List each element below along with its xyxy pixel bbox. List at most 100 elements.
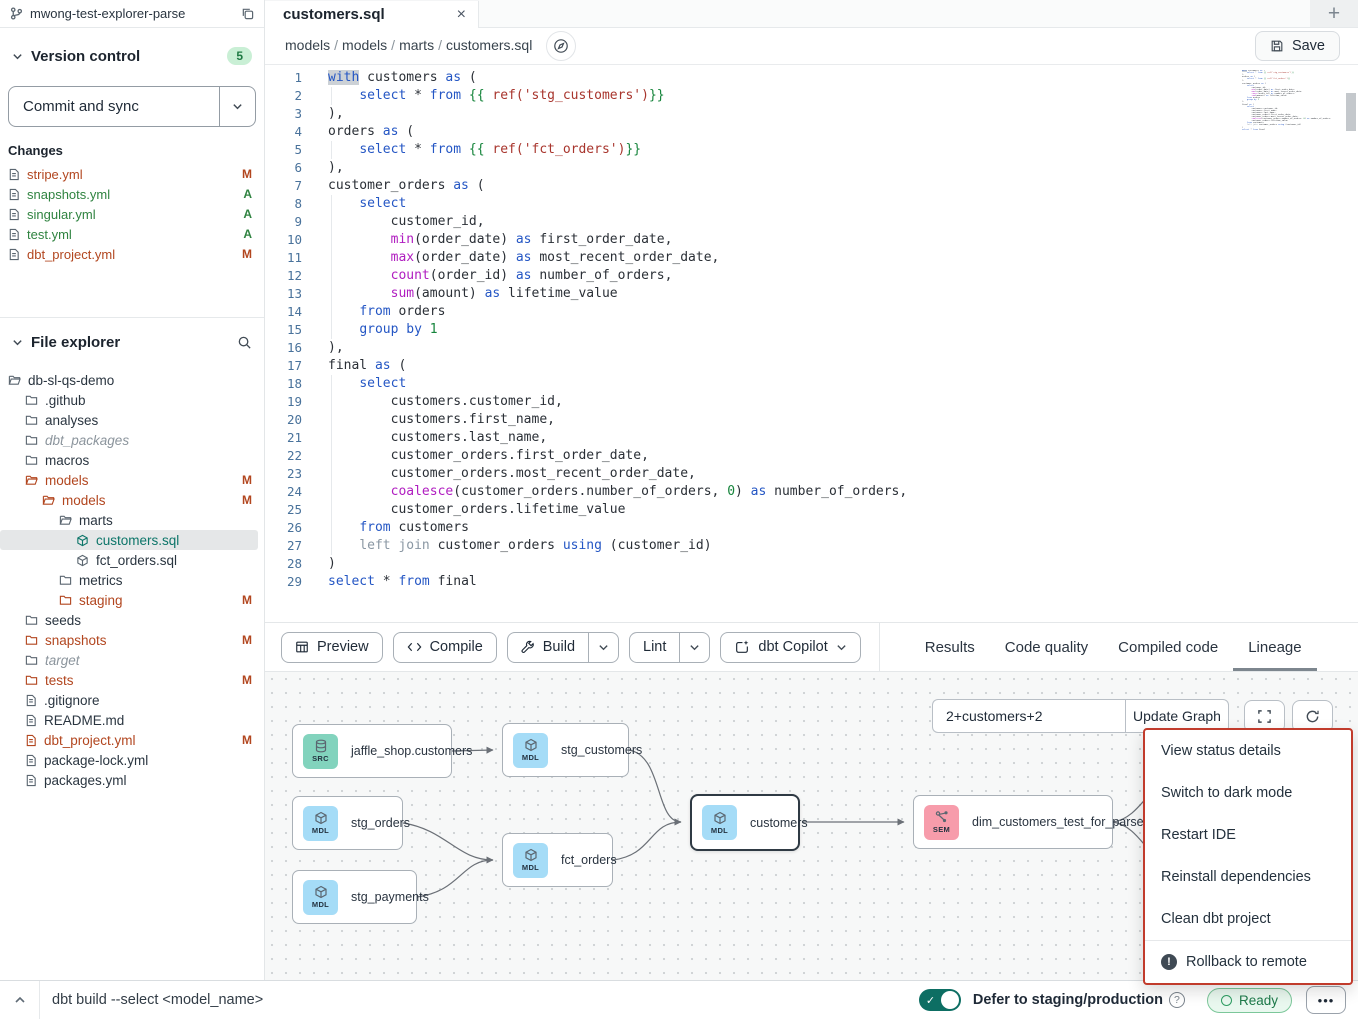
change-item[interactable]: stripe.ymlM <box>0 164 264 184</box>
menu-item-view-status-details[interactable]: View status details <box>1145 730 1351 772</box>
tree-item-dbt-packages[interactable]: dbt_packages <box>0 430 258 450</box>
breadcrumb-part[interactable]: models <box>285 37 330 53</box>
version-control-header[interactable]: Version control 5 <box>0 36 264 76</box>
code-line: 7customer_orders as ( <box>265 177 1358 195</box>
help-icon[interactable]: ? <box>1169 992 1185 1008</box>
overflow-menu-button[interactable]: ••• <box>1306 986 1346 1014</box>
tab-compiled-code[interactable]: Compiled code <box>1103 623 1233 671</box>
code-editor[interactable]: 1with customers as (2 select * from {{ r… <box>265 65 1358 622</box>
breadcrumb-part[interactable]: customers.sql <box>446 37 532 53</box>
search-icon[interactable] <box>237 335 252 350</box>
compile-button[interactable]: Compile <box>393 632 497 663</box>
tree-item-tests[interactable]: testsM <box>0 670 258 690</box>
code-line: 23 customer_orders.most_recent_order_dat… <box>265 465 1358 483</box>
lineage-node-customers[interactable]: MDLcustomers <box>690 794 800 851</box>
tree-item-models[interactable]: modelsM <box>0 470 258 490</box>
branch-name[interactable]: mwong-test-explorer-parse <box>30 6 234 21</box>
save-button[interactable]: Save <box>1255 31 1340 61</box>
menu-item-rollback-to-remote[interactable]: !Rollback to remote <box>1145 941 1351 983</box>
line-number: 13 <box>265 285 302 303</box>
tree-item-packages-yml[interactable]: packages.yml <box>0 770 258 790</box>
node-type-label: MDL <box>711 826 728 835</box>
line-number: 16 <box>265 339 302 357</box>
tree-item-seeds[interactable]: seeds <box>0 610 258 630</box>
lint-options-dropdown[interactable] <box>679 633 709 662</box>
tree-item-metrics[interactable]: metrics <box>0 570 258 590</box>
new-tab-button[interactable]: + <box>1310 0 1358 27</box>
menu-item-label: Clean dbt project <box>1161 911 1271 927</box>
close-icon[interactable]: × <box>457 7 466 23</box>
tree-item-models[interactable]: modelsM <box>0 490 258 510</box>
lineage-node-stg-payments[interactable]: MDLstg_payments <box>292 870 417 924</box>
commit-and-sync-button[interactable]: Commit and sync <box>9 87 219 126</box>
tree-item-fct-orders-sql[interactable]: fct_orders.sql <box>0 550 258 570</box>
line-number: 14 <box>265 303 302 321</box>
open-in-explorer-button[interactable] <box>546 31 576 61</box>
tree-item-dbt-project-yml[interactable]: dbt_project.ymlM <box>0 730 258 750</box>
tab-lineage[interactable]: Lineage <box>1233 623 1316 671</box>
chevron-up-icon[interactable] <box>0 981 40 1019</box>
change-item[interactable]: snapshots.ymlA <box>0 184 264 204</box>
tree-item-target[interactable]: target <box>0 650 258 670</box>
editor-scrollbar[interactable] <box>1346 93 1356 131</box>
defer-toggle[interactable]: ✓ <box>919 989 961 1011</box>
lineage-node-stg-customers[interactable]: MDLstg_customers <box>502 723 629 777</box>
tree-item-snapshots[interactable]: snapshotsM <box>0 630 258 650</box>
change-status: M <box>242 247 252 261</box>
lineage-node-dim-customers-test-for-parse[interactable]: SEMdim_customers_test_for_parse <box>913 795 1113 849</box>
fullscreen-icon <box>1257 709 1272 724</box>
lineage-node-jaffle-shop-customers[interactable]: SRCjaffle_shop.customers <box>292 724 452 778</box>
tree-item-label: staging <box>79 593 235 608</box>
breadcrumb-part[interactable]: marts <box>399 37 434 53</box>
line-number: 2 <box>265 87 302 105</box>
build-options-dropdown[interactable] <box>588 633 618 662</box>
change-file-name: dbt_project.yml <box>27 247 235 262</box>
copy-icon[interactable] <box>241 7 254 20</box>
commit-options-dropdown[interactable] <box>219 87 255 126</box>
tree-item-status: M <box>242 733 258 747</box>
minimap[interactable]: with customers as ( select * from {{ ref… <box>1240 70 1342 131</box>
tab-customers-sql[interactable]: customers.sql × <box>265 1 479 28</box>
change-item[interactable]: dbt_project.yml M <box>0 244 264 264</box>
lineage-node-stg-orders[interactable]: MDLstg_orders <box>292 796 403 850</box>
code-line: 22 customer_orders.first_order_date, <box>265 447 1358 465</box>
preview-button[interactable]: Preview <box>281 632 383 663</box>
line-number: 29 <box>265 573 302 591</box>
tree-item-marts[interactable]: marts <box>0 510 258 530</box>
sidebar: mwong-test-explorer-parse Version contro… <box>0 0 265 980</box>
tree-item-readme-md[interactable]: README.md <box>0 710 258 730</box>
dbt-copilot-button[interactable]: dbt Copilot <box>720 632 860 663</box>
menu-item-restart-ide[interactable]: Restart IDE <box>1145 814 1351 856</box>
change-item[interactable]: test.ymlA <box>0 224 264 244</box>
tab-results[interactable]: Results <box>910 623 990 671</box>
breadcrumb-part[interactable]: models <box>342 37 387 53</box>
line-number: 17 <box>265 357 302 375</box>
tree-item-db-sl-qs-demo[interactable]: db-sl-qs-demo <box>0 370 258 390</box>
tree-item-macros[interactable]: macros <box>0 450 258 470</box>
menu-item-switch-to-dark-mode[interactable]: Switch to dark mode <box>1145 772 1351 814</box>
menu-item-label: Switch to dark mode <box>1161 785 1292 801</box>
tree-item-customers-sql[interactable]: customers.sql <box>0 530 258 550</box>
cube-icon <box>524 848 538 862</box>
tree-item-staging[interactable]: stagingM <box>0 590 258 610</box>
command-input[interactable] <box>40 981 919 1019</box>
tab-code-quality[interactable]: Code quality <box>990 623 1103 671</box>
tree-item--gitignore[interactable]: .gitignore <box>0 690 258 710</box>
lineage-filter-input[interactable] <box>932 699 1125 733</box>
file-icon <box>25 714 37 727</box>
line-number: 15 <box>265 321 302 339</box>
line-number: 1 <box>265 69 302 87</box>
chevron-down-icon <box>12 51 23 62</box>
tree-item-package-lock-yml[interactable]: package-lock.yml <box>0 750 258 770</box>
lint-button[interactable]: Lint <box>630 633 679 662</box>
folder-icon <box>59 574 72 586</box>
build-button[interactable]: Build <box>508 633 588 662</box>
tree-item-label: marts <box>79 513 258 528</box>
menu-item-clean-dbt-project[interactable]: Clean dbt project <box>1145 898 1351 940</box>
menu-item-reinstall-dependencies[interactable]: Reinstall dependencies <box>1145 856 1351 898</box>
file-explorer-header[interactable]: File explorer <box>0 322 264 362</box>
change-item[interactable]: singular.ymlA <box>0 204 264 224</box>
tree-item--github[interactable]: .github <box>0 390 258 410</box>
tree-item-analyses[interactable]: analyses <box>0 410 258 430</box>
lineage-node-fct-orders[interactable]: MDLfct_orders <box>502 833 613 887</box>
